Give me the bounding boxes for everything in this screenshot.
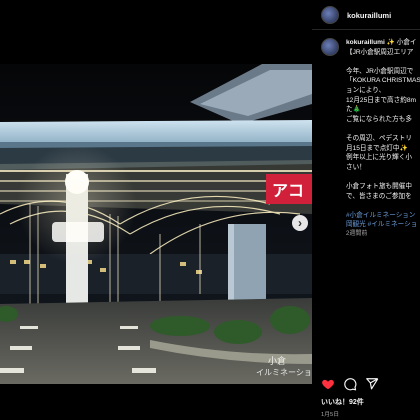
caption-line: その周辺、ペデストリ: [346, 134, 412, 142]
chevron-right-icon: ›: [298, 216, 302, 230]
header-divider: [312, 29, 420, 30]
caption-line: 月15日まで点灯中✨: [346, 144, 408, 152]
post-date: 1月5日: [321, 412, 340, 418]
header-username[interactable]: kokuraillumi: [347, 11, 391, 20]
post-side-panel: kokuraillumi kokuraillumi ✨ 小倉イ 【JR小倉駅周辺…: [312, 0, 420, 420]
store-sign: アコ: [272, 181, 304, 200]
caption-line: 小倉フォト旅も開催中: [346, 182, 412, 190]
caption-avatar[interactable]: [321, 38, 339, 56]
caption-line: さい！: [346, 163, 366, 171]
watermark-line1: 小倉: [268, 355, 286, 367]
comment-icon[interactable]: [343, 377, 357, 391]
caption-line: た🎄: [346, 106, 361, 114]
like-count[interactable]: いいね！92件: [321, 397, 364, 407]
post-photo: アコ 小倉 イルミネーショ: [0, 64, 312, 384]
caption-line: 例年以上に光り輝く小: [346, 154, 412, 162]
next-slide-button[interactable]: ›: [292, 215, 308, 231]
avatar[interactable]: [321, 6, 339, 24]
post-header: kokuraillumi: [312, 0, 420, 30]
hashtag-link[interactable]: #小倉イルミネーション: [346, 211, 420, 221]
hashtag-link[interactable]: 岡観光 #イルミネーショ: [346, 220, 420, 230]
caption-line: ✨ 小倉イ: [386, 39, 417, 46]
action-bar: [321, 377, 379, 391]
caption-username[interactable]: kokuraillumi: [346, 39, 385, 46]
heart-icon[interactable]: [321, 377, 335, 391]
caption-line: 【JR小倉駅周辺エリア: [346, 48, 414, 56]
watermark-line2: イルミネーション: [256, 368, 312, 377]
caption-line: 「KOKURA CHRISTMAS: [346, 77, 420, 85]
post-media[interactable]: アコ 小倉 イルミネーショ ›: [0, 0, 312, 420]
caption-line: 今年、JR小倉駅周辺で: [346, 67, 414, 75]
share-icon[interactable]: [365, 377, 379, 391]
caption-timestamp: 2週間前: [346, 230, 368, 237]
caption-line: ョンにより、: [346, 86, 386, 94]
caption-line: ご覧になられた方も多: [346, 115, 412, 123]
caption-line: で、皆さまのご参加を: [346, 192, 412, 200]
caption-text: kokuraillumi ✨ 小倉イ 【JR小倉駅周辺エリア 今年、JR小倉駅周…: [346, 38, 420, 239]
caption-line: 12月25日まで高さ約8m: [346, 96, 416, 104]
